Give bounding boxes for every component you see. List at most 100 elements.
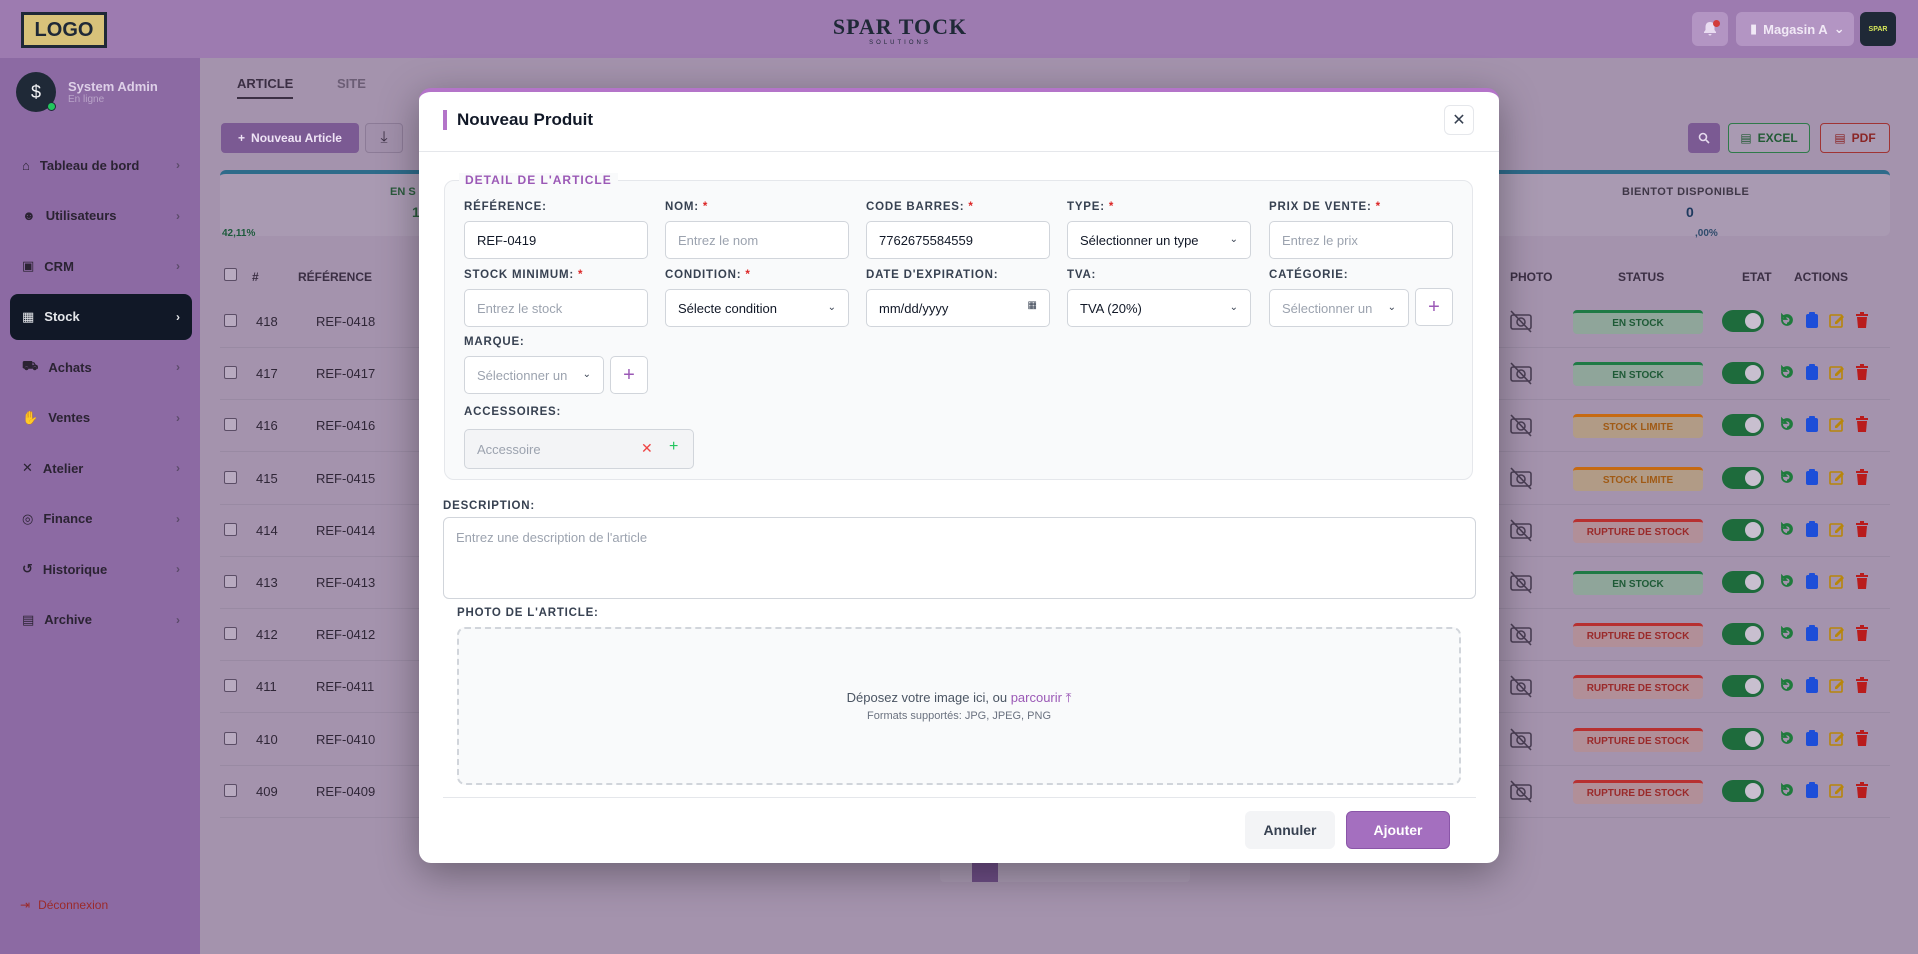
row-checkbox[interactable]	[224, 314, 237, 327]
brand-avatar[interactable]: SPAR	[1860, 12, 1896, 46]
reference-input[interactable]: REF-0419	[464, 221, 648, 259]
close-button[interactable]: ✕	[1444, 105, 1474, 135]
state-toggle[interactable]	[1722, 779, 1764, 802]
history-icon[interactable]	[1778, 571, 1796, 591]
clipboard-icon[interactable]	[1803, 414, 1821, 434]
clipboard-icon[interactable]	[1803, 571, 1821, 591]
cancel-button[interactable]: Annuler	[1245, 811, 1335, 849]
edit-icon[interactable]	[1828, 362, 1846, 382]
download-button[interactable]: ⤓	[365, 123, 403, 153]
history-icon[interactable]	[1778, 414, 1796, 434]
sidebar-item-historique[interactable]: ↺ Historique ›	[10, 546, 192, 592]
state-toggle[interactable]	[1722, 727, 1764, 750]
clipboard-icon[interactable]	[1803, 519, 1821, 539]
add-accessory-icon[interactable]: +	[669, 438, 678, 456]
description-textarea[interactable]: Entrez une description de l'article	[443, 517, 1476, 599]
clipboard-icon[interactable]	[1803, 780, 1821, 800]
edit-icon[interactable]	[1828, 571, 1846, 591]
pdf-export-button[interactable]: ▤ PDF	[1820, 123, 1890, 153]
history-icon[interactable]	[1778, 310, 1796, 330]
history-icon[interactable]	[1778, 728, 1796, 748]
barcode-input[interactable]: 7762675584559	[866, 221, 1050, 259]
row-checkbox[interactable]	[224, 731, 237, 745]
state-toggle[interactable]	[1722, 414, 1764, 437]
submit-button[interactable]: Ajouter	[1346, 811, 1450, 849]
delete-icon[interactable]	[1853, 623, 1871, 643]
clipboard-icon[interactable]	[1803, 675, 1821, 695]
new-article-button[interactable]: + Nouveau Article	[221, 123, 359, 153]
row-checkbox[interactable]	[224, 783, 237, 797]
add-category-button[interactable]: +	[1415, 288, 1453, 326]
delete-icon[interactable]	[1853, 519, 1871, 539]
state-toggle[interactable]	[1722, 466, 1764, 489]
clipboard-icon[interactable]	[1803, 728, 1821, 748]
logout-link[interactable]: ⇥ Déconnexion	[20, 898, 108, 912]
edit-icon[interactable]	[1828, 675, 1846, 695]
row-checkbox[interactable]	[224, 470, 237, 484]
expiration-input[interactable]: mm/dd/yyyy ▦	[866, 289, 1050, 327]
stock-min-input[interactable]: Entrez le stock	[464, 289, 648, 327]
notification-button[interactable]	[1692, 12, 1728, 46]
clipboard-icon[interactable]	[1803, 362, 1821, 382]
add-brand-button[interactable]: +	[610, 356, 648, 394]
edit-icon[interactable]	[1828, 780, 1846, 800]
edit-icon[interactable]	[1828, 414, 1846, 434]
state-toggle[interactable]	[1722, 310, 1764, 332]
state-toggle[interactable]	[1722, 362, 1764, 385]
state-toggle[interactable]	[1722, 623, 1764, 646]
history-icon[interactable]	[1778, 675, 1796, 695]
tva-select[interactable]: TVA (20%) ⌄	[1067, 289, 1251, 327]
history-icon[interactable]	[1778, 362, 1796, 382]
select-all-checkbox[interactable]	[224, 268, 237, 281]
history-icon[interactable]	[1778, 623, 1796, 643]
sidebar-item-achats[interactable]: ⛟ Achats ›	[10, 344, 192, 390]
price-input[interactable]: Entrez le prix	[1269, 221, 1453, 259]
delete-icon[interactable]	[1853, 780, 1871, 800]
accessory-input[interactable]: Accessoire ✕ +	[464, 429, 694, 469]
history-icon[interactable]	[1778, 519, 1796, 539]
row-checkbox[interactable]	[224, 522, 237, 536]
sidebar-item-archive[interactable]: ▤ Archive ›	[10, 597, 192, 643]
browse-link[interactable]: parcourir	[1011, 690, 1062, 705]
clipboard-icon[interactable]	[1803, 467, 1821, 487]
delete-icon[interactable]	[1853, 675, 1871, 695]
sidebar-item-users[interactable]: ☻ Utilisateurs ›	[10, 193, 192, 239]
history-icon[interactable]	[1778, 780, 1796, 800]
type-select[interactable]: Sélectionner un type ⌄	[1067, 221, 1251, 259]
user-profile[interactable]: $ System Admin En ligne	[16, 72, 158, 112]
sidebar-item-crm[interactable]: ▣ CRM ›	[10, 243, 192, 289]
edit-icon[interactable]	[1828, 519, 1846, 539]
tab-site[interactable]: SITE	[337, 76, 366, 91]
edit-icon[interactable]	[1828, 623, 1846, 643]
store-selector[interactable]: ▮ Magasin A ⌄	[1736, 12, 1854, 46]
row-checkbox[interactable]	[224, 366, 237, 380]
condition-select[interactable]: Sélecte condition ⌄	[665, 289, 849, 327]
state-toggle[interactable]	[1722, 571, 1764, 593]
brand-select[interactable]: Sélectionner un ⌄	[464, 356, 604, 394]
delete-icon[interactable]	[1853, 414, 1871, 434]
delete-icon[interactable]	[1853, 362, 1871, 382]
row-checkbox[interactable]	[224, 627, 237, 641]
category-select[interactable]: Sélectionner un ⌄	[1269, 289, 1409, 327]
sidebar-item-dashboard[interactable]: ⌂ Tableau de bord ›	[10, 142, 192, 188]
row-checkbox[interactable]	[224, 679, 237, 693]
state-toggle[interactable]	[1722, 518, 1764, 541]
edit-icon[interactable]	[1828, 728, 1846, 748]
row-checkbox[interactable]	[224, 575, 237, 588]
col-reference[interactable]: RÉFÉRENCE	[298, 270, 372, 284]
edit-icon[interactable]	[1828, 310, 1846, 330]
excel-export-button[interactable]: ▤ EXCEL	[1728, 123, 1810, 153]
edit-icon[interactable]	[1828, 467, 1846, 487]
search-button[interactable]	[1688, 123, 1720, 153]
clipboard-icon[interactable]	[1803, 623, 1821, 643]
sidebar-item-atelier[interactable]: ✕ Atelier ›	[10, 445, 192, 491]
delete-icon[interactable]	[1853, 467, 1871, 487]
tab-article[interactable]: ARTICLE	[237, 76, 294, 99]
sidebar-item-finance[interactable]: ◎ Finance ›	[10, 496, 192, 542]
delete-icon[interactable]	[1853, 728, 1871, 748]
delete-icon[interactable]	[1853, 310, 1871, 330]
nom-input[interactable]: Entrez le nom	[665, 221, 849, 259]
row-checkbox[interactable]	[224, 418, 237, 432]
sidebar-item-stock[interactable]: ▦ Stock ›	[10, 293, 192, 340]
delete-icon[interactable]	[1853, 571, 1871, 591]
